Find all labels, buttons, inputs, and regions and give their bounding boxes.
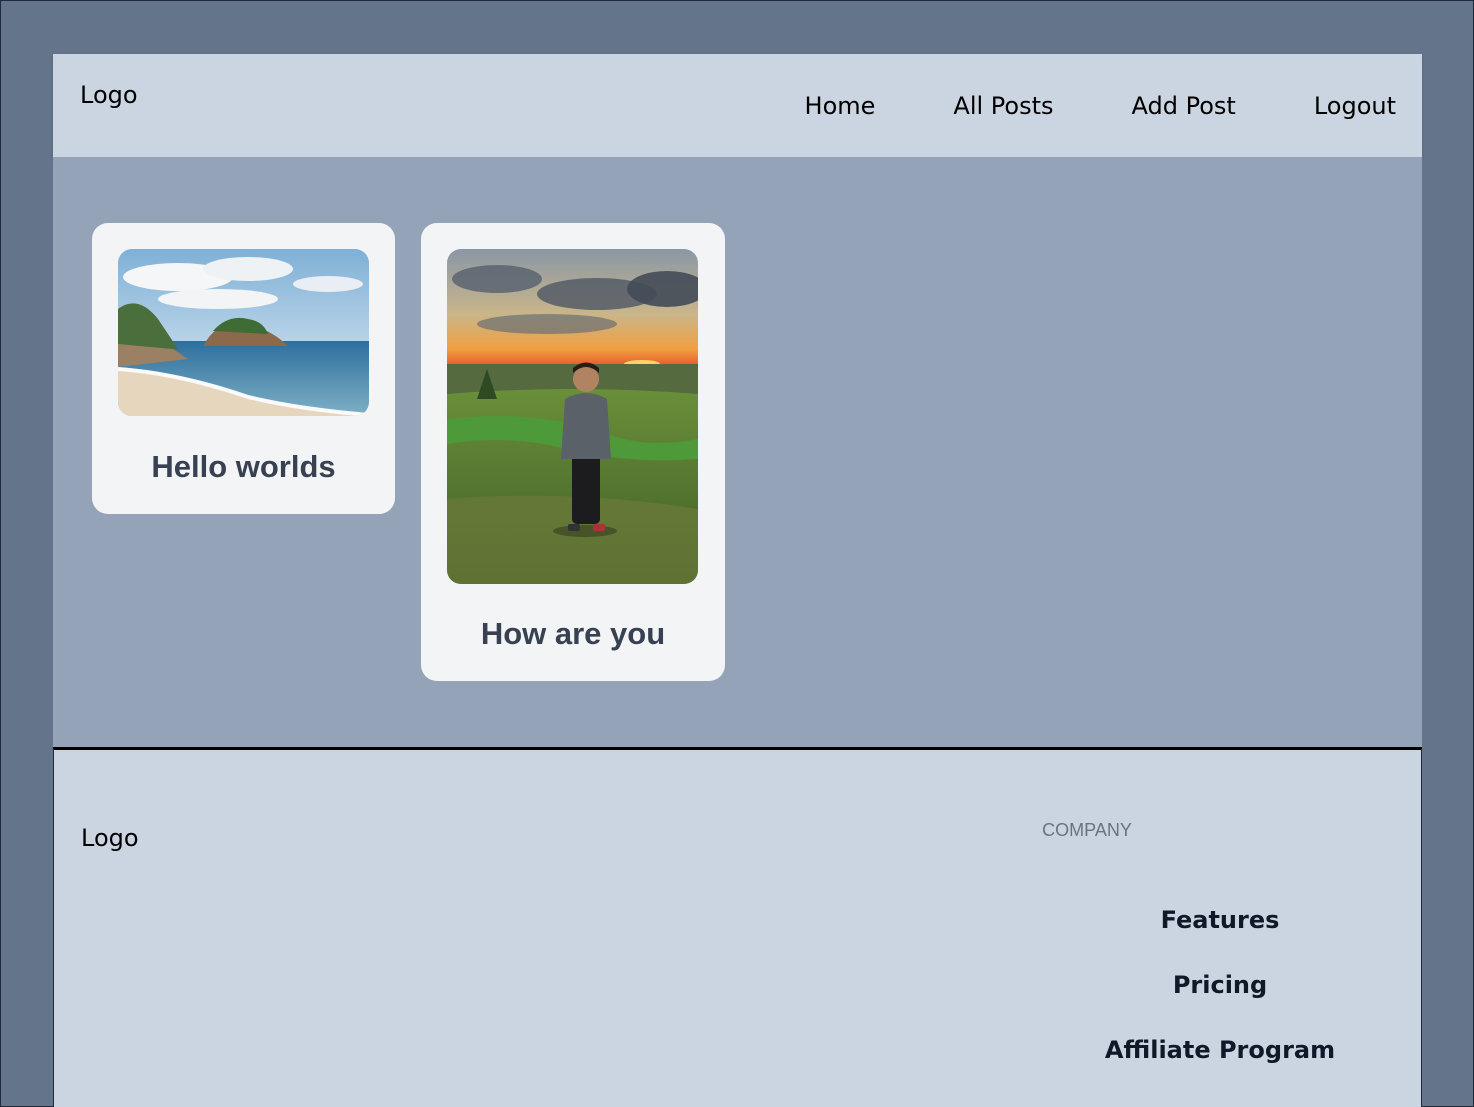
post-card[interactable]: Hello worlds [92, 223, 395, 514]
site-footer: Logo Company Features Pricing Affiliate … [53, 747, 1422, 1107]
footer-link-pricing[interactable]: Pricing [1087, 971, 1353, 999]
nav-home[interactable]: Home [805, 92, 876, 120]
footer-link-features[interactable]: Features [1087, 906, 1353, 934]
footer-company-heading: Company [1042, 820, 1132, 840]
posts-area: Hello worlds How are you [53, 157, 1422, 747]
page-container: Logo Home All Posts Add Post Logout Hell… [53, 54, 1422, 1107]
site-header: Logo Home All Posts Add Post Logout [53, 54, 1422, 157]
post-title: Hello worlds [151, 449, 336, 484]
footer-link-affiliate-program[interactable]: Affiliate Program [1087, 1036, 1353, 1064]
post-title: How are you [480, 616, 666, 651]
post-card[interactable]: How are you [421, 223, 725, 681]
main-nav: Home All Posts Add Post Logout [805, 92, 1396, 120]
nav-logout[interactable]: Logout [1314, 92, 1396, 120]
person-at-sunset-image [447, 249, 698, 584]
header-logo[interactable]: Logo [80, 81, 138, 109]
beach-landscape-image [118, 249, 369, 416]
nav-all-posts[interactable]: All Posts [953, 92, 1053, 120]
footer-logo[interactable]: Logo [81, 824, 139, 852]
nav-add-post[interactable]: Add Post [1132, 92, 1236, 120]
